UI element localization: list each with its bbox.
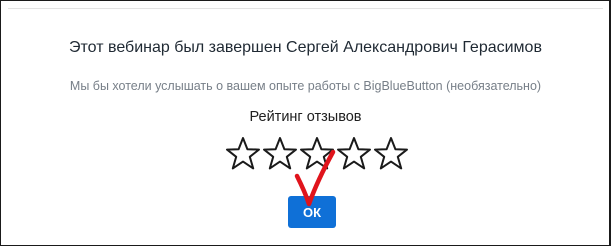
- star-icon-5[interactable]: [373, 136, 409, 172]
- star-icon-3[interactable]: [299, 136, 335, 172]
- star-icon-4[interactable]: [336, 136, 372, 172]
- star-icon-1[interactable]: [225, 136, 261, 172]
- ok-button[interactable]: ОК: [288, 196, 336, 228]
- feedback-dialog: Этот вебинар был завершен Сергей Алексан…: [0, 0, 611, 246]
- star-rating: [225, 136, 409, 172]
- dialog-subtitle: Мы бы хотели услышать о вашем опыте рабо…: [69, 79, 542, 93]
- dialog-title: Этот вебинар был завершен Сергей Алексан…: [69, 39, 542, 56]
- rating-label: Рейтинг отзывов: [249, 109, 362, 125]
- star-icon-2[interactable]: [262, 136, 298, 172]
